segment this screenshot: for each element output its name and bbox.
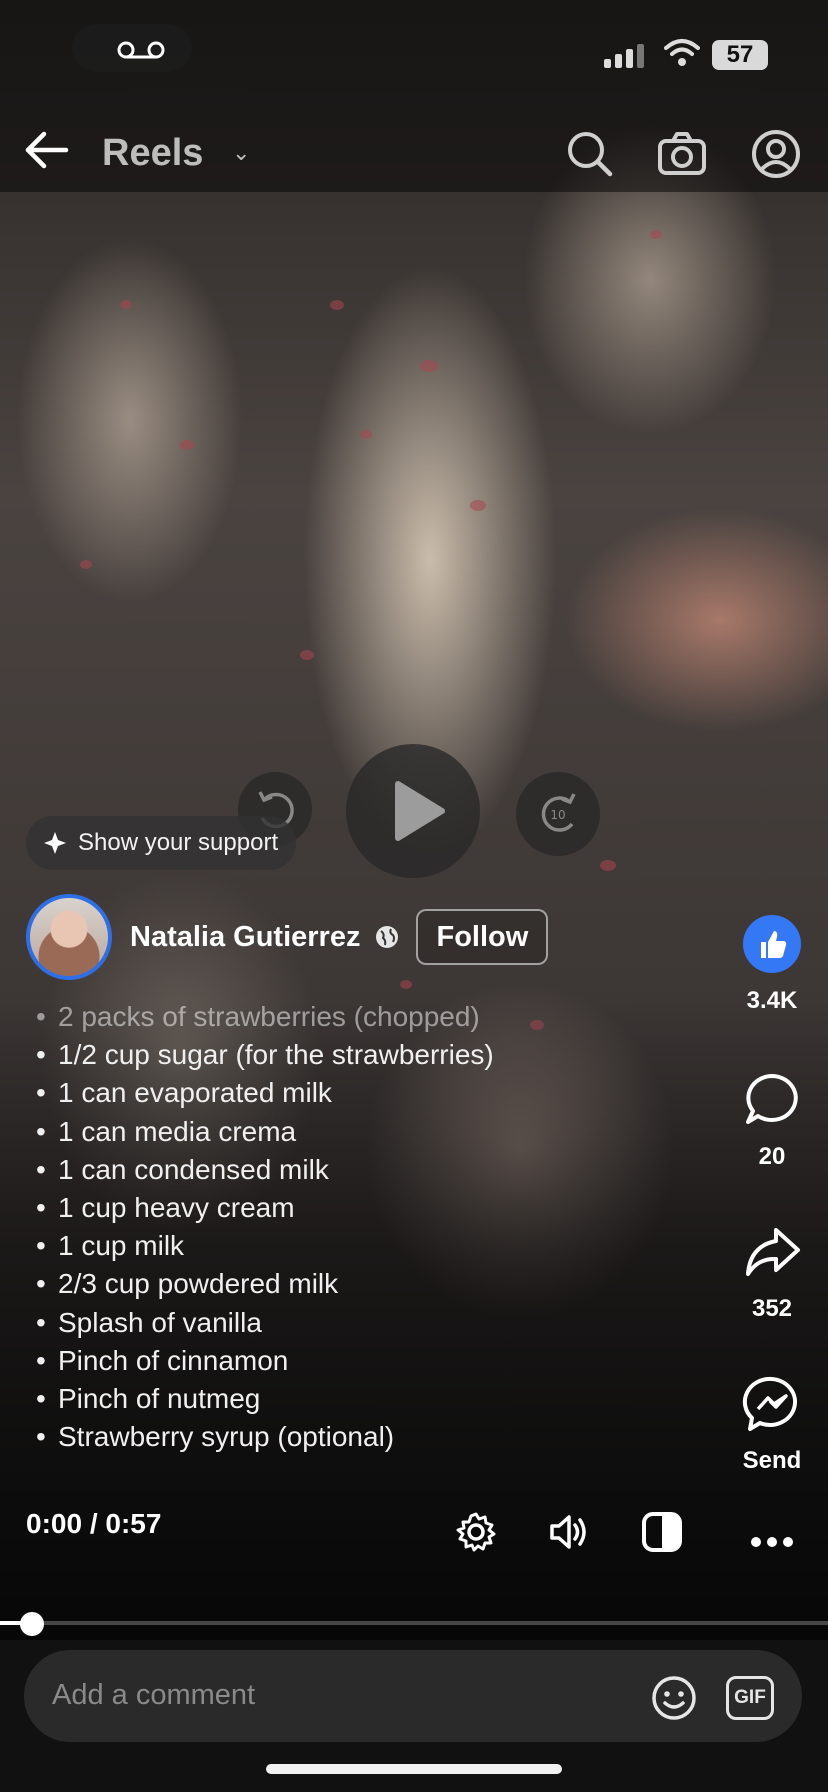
reels-header: Reels ⌄ — [0, 120, 828, 192]
emoji-icon[interactable] — [650, 1674, 698, 1722]
thumbs-up-icon — [743, 915, 801, 973]
fullscreen-toggle-icon[interactable] — [640, 1510, 684, 1554]
list-item: • 1/2 cup sugar (for the strawberries) — [36, 1039, 494, 1071]
search-icon[interactable] — [564, 128, 616, 180]
signal-icon — [604, 42, 646, 68]
list-item: • 2 packs of strawberries (chopped) — [36, 1001, 480, 1032]
wifi-icon — [664, 39, 700, 66]
author-name[interactable]: Natalia Gutierrez — [130, 921, 360, 954]
settings-gear-icon[interactable] — [454, 1510, 498, 1554]
show-support-label: Show your support — [78, 829, 279, 856]
globe-icon — [376, 926, 399, 948]
volume-icon[interactable] — [546, 1510, 590, 1554]
list-item: • 1 cup milk — [36, 1230, 185, 1262]
send-label: Send — [742, 1447, 802, 1474]
share-arrow-icon — [746, 1228, 800, 1276]
play-icon — [395, 781, 445, 841]
like-count: 3.4K — [746, 987, 798, 1014]
skip-forward-seconds: 10 — [550, 808, 565, 822]
comment-count: 20 — [758, 1143, 786, 1170]
comment-button[interactable]: 20 — [728, 1070, 816, 1171]
forward-10-icon: 10 — [541, 793, 576, 832]
progress-track[interactable] — [0, 1621, 828, 1625]
like-button[interactable]: 3.4K — [728, 914, 816, 1015]
list-item: • 1 cup heavy cream — [36, 1192, 295, 1224]
send-button[interactable]: Send — [728, 1374, 816, 1475]
follow-button[interactable]: Follow — [416, 909, 549, 965]
comment-bubble-icon — [746, 1074, 798, 1124]
chevron-down-icon[interactable]: ⌄ — [232, 140, 250, 166]
list-item: • 1 can evaporated milk — [36, 1077, 332, 1109]
show-support-button[interactable]: Show your support — [26, 816, 297, 870]
messenger-icon — [742, 1376, 798, 1431]
progress-handle[interactable] — [20, 1612, 44, 1636]
profile-icon[interactable] — [750, 128, 802, 180]
skip-forward-button[interactable]: 10 — [516, 772, 600, 856]
author-row: Natalia Gutierrez Follow — [26, 892, 549, 982]
gif-button[interactable]: GIF — [726, 1676, 774, 1720]
playback-time: 0:00 / 0:57 — [26, 1508, 162, 1539]
list-item: • 1 can media crema — [36, 1115, 297, 1147]
share-button[interactable]: 352 — [728, 1222, 816, 1323]
battery-indicator: 57 — [712, 40, 768, 70]
play-button[interactable] — [346, 744, 480, 878]
list-item: • Pinch of nutmeg — [36, 1383, 261, 1415]
list-item: • 1 can condensed milk — [36, 1153, 329, 1185]
list-item: • Strawberry syrup (optional) — [36, 1421, 395, 1453]
status-bar: 57 — [0, 0, 828, 96]
page-title[interactable]: Reels — [102, 132, 203, 175]
home-indicator — [266, 1764, 562, 1774]
share-count: 352 — [751, 1295, 793, 1322]
list-item: • Pinch of cinnamon — [36, 1344, 289, 1376]
list-item: • 2/3 cup powdered milk — [36, 1268, 339, 1300]
comment-placeholder: Add a comment — [52, 1679, 256, 1711]
list-item: • Splash of vanilla — [36, 1306, 262, 1338]
camera-icon[interactable] — [656, 128, 708, 180]
back-arrow-icon[interactable] — [20, 124, 72, 176]
voicemail-icon — [117, 41, 165, 59]
recipe-caption[interactable]: • 2 packs of strawberries (chopped) • 1/2 … — [36, 998, 596, 1456]
more-options-icon[interactable] — [750, 1520, 794, 1564]
avatar[interactable] — [26, 894, 112, 980]
star-sparkle-icon — [44, 832, 66, 854]
